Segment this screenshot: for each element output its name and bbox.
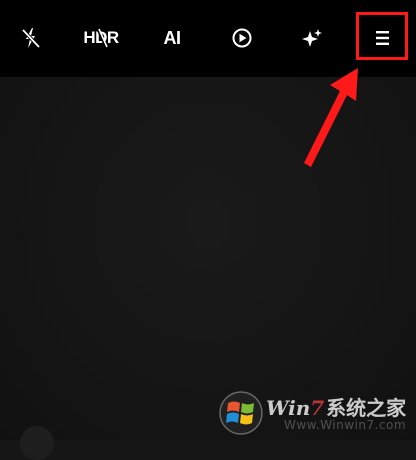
watermark-brand-rest: 系统之家 [326,396,407,420]
gallery-thumbnail[interactable] [20,426,54,460]
annotation-arrow-icon [304,68,358,167]
watermark-brand-win: Win [266,396,311,420]
watermark-url: Www.Winwin7.com [284,418,407,432]
watermark-brand: Win7 系统之家 [266,392,406,421]
windows-logo-icon [219,391,263,435]
watermark-brand-seven: 7 [310,396,325,420]
site-watermark: Win7 系统之家 Www.Winwin7.com [218,388,416,440]
